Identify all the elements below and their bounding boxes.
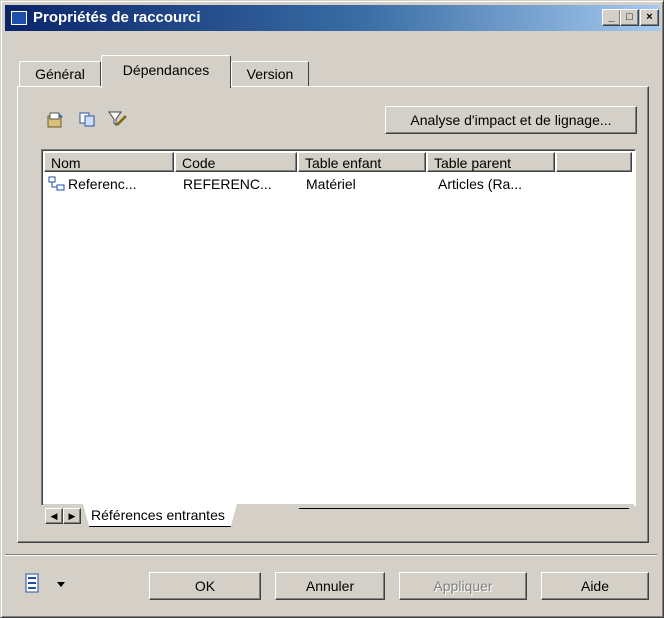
scroll-right-button[interactable]: ▶: [63, 508, 81, 524]
tab-general[interactable]: Général: [19, 61, 101, 86]
copy-icon[interactable]: [79, 112, 97, 131]
impact-analysis-button[interactable]: Analyse d'impact et de lignage...: [385, 106, 637, 134]
scroll-left-button[interactable]: ◀: [45, 508, 63, 524]
properties-dialog: Propriétés de raccourci _ □ × Général Dé…: [0, 0, 664, 618]
column-header-empty: [556, 152, 632, 172]
column-header-table-parent[interactable]: Table parent: [427, 152, 555, 172]
dependencies-list[interactable]: Nom Code Table enfant Table parent Refer…: [41, 149, 636, 506]
subtab-references-entrantes[interactable]: Références entrantes: [83, 504, 237, 527]
footer-separator: [5, 554, 657, 556]
views-dropdown-icon[interactable]: [25, 573, 71, 598]
title-bar[interactable]: Propriétés de raccourci _ □ ×: [5, 5, 660, 31]
cell-table-enfant: Matériel: [306, 176, 356, 192]
filter-icon[interactable]: [107, 110, 127, 133]
subtab-strip: ◀ ▶ Références entrantes: [43, 504, 634, 528]
maximize-button[interactable]: □: [620, 9, 639, 26]
close-button[interactable]: ×: [640, 9, 659, 26]
cell-code: REFERENC...: [183, 176, 272, 192]
window-title: Propriétés de raccourci: [33, 9, 201, 26]
properties-icon[interactable]: [47, 111, 65, 132]
reference-icon: [48, 176, 66, 195]
tab-dependances[interactable]: Dépendances: [101, 55, 231, 88]
cancel-button[interactable]: Annuler: [275, 572, 385, 600]
window-icon: [11, 11, 27, 25]
column-header-table-enfant[interactable]: Table enfant: [298, 152, 426, 172]
minimize-button[interactable]: _: [602, 9, 621, 26]
apply-button[interactable]: Appliquer: [399, 572, 527, 600]
tab-version[interactable]: Version: [231, 61, 309, 86]
cell-nom: Referenc...: [68, 176, 137, 192]
column-header-code[interactable]: Code: [175, 152, 297, 172]
help-button[interactable]: Aide: [541, 572, 649, 600]
ok-button[interactable]: OK: [149, 572, 261, 600]
cell-table-parent: Articles (Ra...: [438, 176, 523, 192]
column-header-nom[interactable]: Nom: [44, 152, 174, 172]
